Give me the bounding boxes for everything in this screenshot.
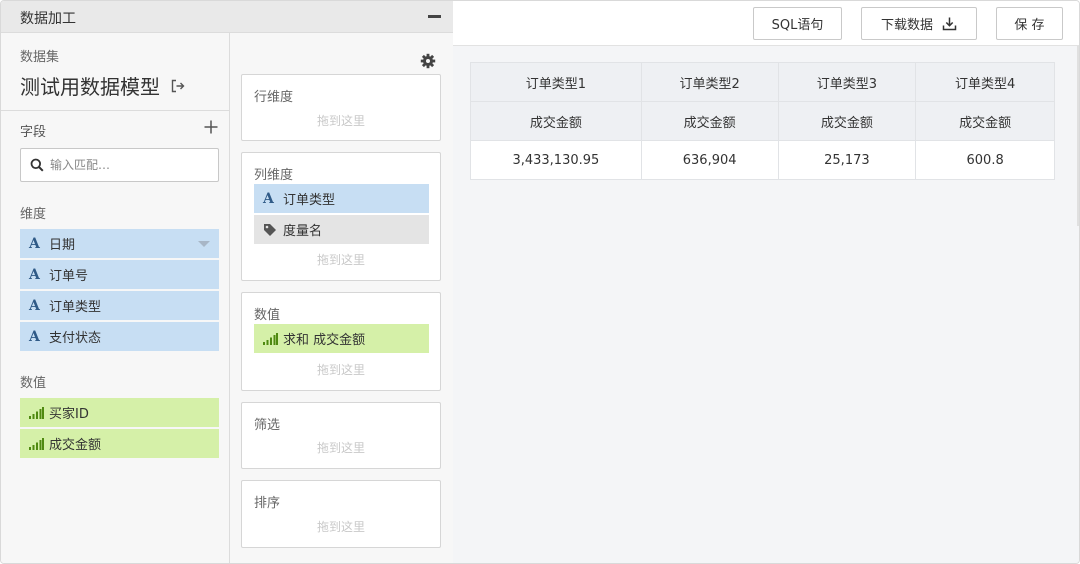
text-type-icon: A	[29, 297, 40, 314]
sql-statement-button[interactable]: SQL语句	[753, 7, 842, 40]
drop-hint: 拖到这里	[316, 253, 365, 267]
field-dimension-order-type[interactable]: A 订单类型	[20, 291, 219, 320]
field-search-input[interactable]	[50, 158, 210, 172]
row-dimension-dropzone[interactable]: 行维度 拖到这里	[241, 74, 441, 141]
drop-hint: 拖到这里	[316, 363, 365, 377]
field-dimension-date[interactable]: A 日期	[20, 229, 219, 258]
filter-dropzone[interactable]: 筛选 拖到这里	[241, 402, 441, 469]
bar-chart-icon	[29, 406, 49, 419]
table-header-cell: 订单类型1	[470, 62, 642, 102]
values-chip-sum-deal-amount[interactable]: 求和 成交金额	[254, 324, 429, 353]
chevron-down-icon[interactable]	[198, 241, 210, 247]
values-dropzone[interactable]: 数值 求和 成交金额 拖到这里	[241, 292, 441, 391]
field-label: 订单号	[49, 269, 89, 284]
fields-column: 数据集 测试用数据模型 字段 维度 A 日期	[1, 33, 230, 563]
chip-label: 度量名	[283, 224, 323, 239]
table-header-cell: 订单类型4	[915, 62, 1055, 102]
table-cell: 636,904	[640, 140, 779, 180]
field-search-box[interactable]	[20, 148, 219, 182]
result-table: 订单类型1 订单类型2 订单类型3 订单类型4 成交金额 成交金额 成交金额 成…	[470, 62, 1055, 180]
panel-title: 数据加工	[20, 11, 76, 27]
panel-title-bar: 数据加工	[1, 1, 453, 33]
dataset-name: 测试用数据模型	[20, 75, 160, 99]
field-label: 支付状态	[49, 331, 102, 346]
button-label: SQL语句	[771, 18, 824, 33]
table-cell: 3,433,130.95	[470, 140, 642, 180]
column-dimension-dropzone[interactable]: 列维度 A 订单类型 度量名 拖到这里	[241, 152, 441, 281]
button-label: 保 存	[1014, 18, 1045, 33]
sort-dropzone[interactable]: 排序 拖到这里	[241, 480, 441, 548]
toolbar: SQL语句 下载数据 保 存	[453, 1, 1079, 46]
download-icon	[942, 17, 957, 31]
left-panel: 数据加工 数据集 测试用数据模型 字段 维度 A	[1, 1, 453, 563]
fields-label: 字段	[20, 125, 47, 140]
config-column: 行维度 拖到这里 列维度 A 订单类型 度量名 拖到这里 数值 求和 成交金额 …	[230, 33, 453, 563]
table-subheader-cell: 成交金额	[777, 101, 917, 141]
filter-title: 筛选	[254, 418, 281, 433]
field-dimension-order-no[interactable]: A 订单号	[20, 260, 219, 289]
chip-label: 订单类型	[283, 193, 336, 208]
save-button[interactable]: 保 存	[996, 7, 1063, 40]
table-subheader-cell: 成交金额	[640, 101, 779, 141]
plus-icon[interactable]	[203, 119, 219, 135]
text-type-icon: A	[29, 266, 40, 283]
table-header-row: 订单类型1 订单类型2 订单类型3 订单类型4	[470, 62, 1055, 102]
column-chip-measure-names[interactable]: 度量名	[254, 215, 429, 244]
field-measure-buyer-id[interactable]: 买家ID	[20, 398, 219, 427]
table-subheader-cell: 成交金额	[470, 101, 642, 141]
button-label: 下载数据	[880, 18, 933, 33]
field-label: 买家ID	[49, 407, 89, 422]
row-dimension-title: 行维度	[254, 90, 294, 105]
field-dimension-pay-status[interactable]: A 支付状态	[20, 322, 219, 351]
download-data-button[interactable]: 下载数据	[861, 7, 977, 40]
divider	[1, 110, 230, 111]
text-type-icon: A	[29, 328, 40, 345]
table-subheader-cell: 成交金额	[915, 101, 1055, 141]
drop-hint: 拖到这里	[316, 520, 365, 534]
field-label: 订单类型	[49, 300, 102, 315]
bar-chart-icon	[263, 332, 283, 345]
bar-chart-icon	[29, 437, 49, 450]
field-measure-deal-amount[interactable]: 成交金额	[20, 429, 219, 458]
chip-label: 求和 成交金额	[283, 333, 366, 348]
search-icon	[30, 158, 44, 172]
drop-hint: 拖到这里	[316, 114, 365, 128]
text-type-icon: A	[29, 235, 40, 252]
minus-icon[interactable]	[428, 15, 441, 18]
result-panel: SQL语句 下载数据 保 存 订单类型1 订单类型2 订单类型3 订单类型4 成…	[453, 1, 1079, 563]
table-cell: 600.8	[915, 140, 1055, 180]
dataset-name-row: 测试用数据模型	[20, 71, 186, 100]
column-chip-order-type[interactable]: A 订单类型	[254, 184, 429, 213]
column-dimension-title: 列维度	[254, 168, 294, 183]
field-label: 日期	[49, 238, 76, 253]
table-header-cell: 订单类型3	[777, 62, 917, 102]
field-label: 成交金额	[49, 438, 102, 453]
drop-hint: 拖到这里	[316, 441, 365, 455]
table-subheader-row: 成交金额 成交金额 成交金额 成交金额	[470, 101, 1055, 141]
table-header-cell: 订单类型2	[640, 62, 779, 102]
measure-group-label: 数值	[20, 376, 47, 391]
table-cell: 25,173	[777, 140, 917, 180]
table-row: 3,433,130.95 636,904 25,173 600.8	[470, 140, 1055, 180]
tag-icon	[263, 223, 283, 237]
dimension-group-label: 维度	[20, 207, 47, 222]
data-processing-window: 数据加工 数据集 测试用数据模型 字段 维度 A	[0, 0, 1080, 564]
text-type-icon: A	[263, 190, 274, 207]
dataset-label: 数据集	[20, 50, 60, 65]
values-title: 数值	[254, 308, 281, 323]
sort-title: 排序	[254, 496, 281, 511]
exit-icon[interactable]	[170, 78, 186, 94]
gear-icon[interactable]	[420, 53, 436, 69]
